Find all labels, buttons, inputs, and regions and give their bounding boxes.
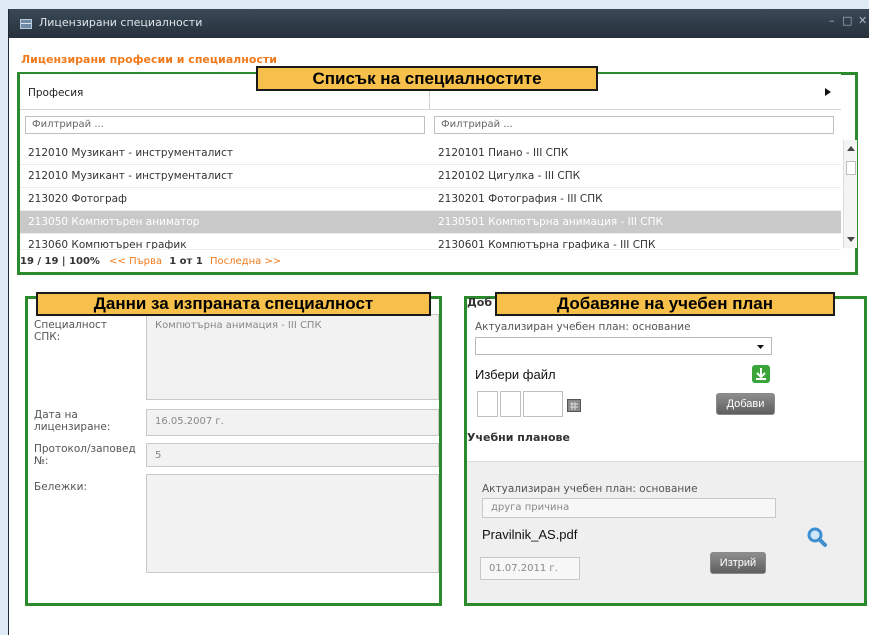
calendar-icon[interactable] xyxy=(567,399,581,412)
callout-specialty-details: Данни за изпраната специалност xyxy=(36,292,431,316)
license-date-field: 16.05.2007 г. xyxy=(146,409,439,436)
section-title: Лицензирани професии и специалности xyxy=(21,53,277,66)
date-year-input[interactable] xyxy=(523,391,563,417)
pager-info: 19 / 19 | 100% xyxy=(20,256,100,267)
specialty-filter-input[interactable]: Филтрирай ... xyxy=(434,116,834,134)
table-row[interactable]: 213060 Компютърен график 2130601 Компютъ… xyxy=(20,234,841,250)
minimize-button[interactable]: – xyxy=(829,14,835,27)
callout-add-plan: Добавяне на учебен план xyxy=(495,292,835,316)
scroll-down-icon[interactable] xyxy=(847,237,855,242)
order-number-field: 5 xyxy=(146,443,439,467)
row-profession: 213060 Компютърен график xyxy=(28,239,187,250)
window-title: Лицензирани специалности xyxy=(39,16,203,29)
plan-basis-label: Актуализиран учебен план: основание xyxy=(475,321,691,333)
date-day-input[interactable] xyxy=(477,391,498,417)
plans-heading: Учебни планове xyxy=(467,431,570,444)
row-specialty: 2130601 Компютърна графика - III СПК xyxy=(438,239,656,250)
delete-button[interactable]: Изтрий xyxy=(710,552,766,574)
table-row-selected[interactable]: 213050 Компютърен аниматор 2130501 Компю… xyxy=(20,211,841,234)
maximize-button[interactable]: □ xyxy=(842,14,852,27)
table-row[interactable]: 212010 Музикант - инструменталист 212010… xyxy=(20,165,841,188)
chevron-down-icon xyxy=(757,345,764,349)
close-button[interactable]: ✕ xyxy=(858,14,867,27)
plan-basis-select[interactable] xyxy=(475,337,772,355)
row-profession: 212010 Музикант - инструменталист xyxy=(28,170,234,182)
row-specialty: 2130201 Фотография - III СПК xyxy=(438,193,603,205)
add-plan-heading-partial: Доб xyxy=(467,296,493,309)
plan-file-name[interactable]: Pravilnik_AS.pdf xyxy=(482,527,577,542)
row-profession: 213020 Фотограф xyxy=(28,193,128,205)
date-label: Дата на лицензиране: xyxy=(34,409,111,433)
notes-field[interactable] xyxy=(146,474,439,573)
window-titlebar[interactable]: Лицензирани специалности – □ ✕ xyxy=(9,9,869,38)
date-month-input[interactable] xyxy=(500,391,521,417)
col-profession-header[interactable]: Професия xyxy=(28,87,83,99)
row-specialty: 2120101 Пиано - III СПК xyxy=(438,147,569,159)
specialty-value-field: Компютърна анимация - III СПК xyxy=(146,314,439,400)
plan-date-field: 01.07.2011 г. xyxy=(480,557,580,580)
pager-current: 1 от 1 xyxy=(169,256,203,267)
row-profession: 212010 Музикант - инструменталист xyxy=(28,147,234,159)
pager-first-link[interactable]: << Първа xyxy=(109,256,162,267)
row-specialty: 2120102 Цигулка - III СПК xyxy=(438,170,581,182)
table-row[interactable]: 212010 Музикант - инструменталист 212010… xyxy=(20,142,841,165)
order-label: Протокол/заповед №: xyxy=(34,443,136,467)
download-icon[interactable] xyxy=(752,365,770,383)
add-button[interactable]: Добави xyxy=(716,393,775,415)
pager-last-link[interactable]: Последна >> xyxy=(210,256,281,267)
pager: 19 / 19 | 100% << Първа 1 от 1 Последна … xyxy=(20,256,281,267)
table-row[interactable]: 213020 Фотограф 2130201 Фотография - III… xyxy=(20,188,841,211)
magnifier-icon[interactable] xyxy=(806,526,828,551)
plan-item-basis-label: Актуализиран учебен план: основание xyxy=(482,483,698,495)
row-specialty: 2130501 Компютърна анимация - III СПК xyxy=(438,216,663,228)
specialty-label: Специалност СПК: xyxy=(34,319,107,343)
choose-file-label[interactable]: Избери файл xyxy=(475,367,556,382)
profession-filter-input[interactable]: Филтрирай ... xyxy=(25,116,425,134)
row-profession: 213050 Компютърен аниматор xyxy=(28,216,200,228)
notes-label: Бележки: xyxy=(34,481,87,493)
window-table-icon xyxy=(20,19,32,29)
list-scrollbar[interactable] xyxy=(843,140,857,248)
column-menu-arrow-icon[interactable] xyxy=(825,88,831,96)
callout-specialties-list: Списък на специалностите xyxy=(256,66,598,91)
scroll-thumb[interactable] xyxy=(846,161,856,175)
scroll-up-icon[interactable] xyxy=(847,146,855,151)
plan-item-basis-field: друга причина xyxy=(482,498,776,518)
